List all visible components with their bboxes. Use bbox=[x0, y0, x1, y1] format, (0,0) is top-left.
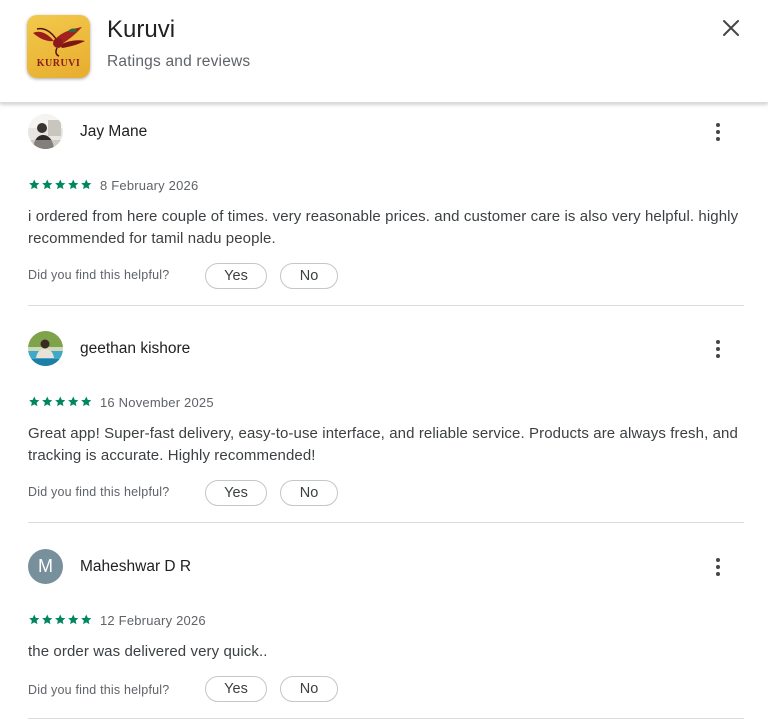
helpful-yes-button[interactable]: Yes bbox=[205, 263, 267, 289]
review-date: 16 November 2025 bbox=[100, 395, 214, 410]
review-text: the order was delivered very quick.. bbox=[28, 643, 268, 660]
avatar: M bbox=[28, 549, 63, 584]
helpful-prompt: Did you find this helpful? bbox=[28, 268, 170, 282]
helpful-yes-button[interactable]: Yes bbox=[205, 480, 267, 506]
app-icon: KURUVI bbox=[27, 15, 90, 78]
helpful-no-button[interactable]: No bbox=[280, 263, 338, 289]
page-subtitle: Ratings and reviews bbox=[107, 53, 251, 70]
star-icon bbox=[29, 179, 40, 190]
helpful-yes-button[interactable]: Yes bbox=[205, 676, 267, 702]
star-icon bbox=[42, 614, 53, 625]
star-icon bbox=[55, 614, 66, 625]
star-icon bbox=[42, 179, 53, 190]
reviewer-name: Maheshwar D R bbox=[80, 558, 192, 575]
helpful-no-button[interactable]: No bbox=[280, 480, 338, 506]
more-options-button[interactable] bbox=[707, 336, 729, 362]
star-icon bbox=[81, 396, 92, 407]
star-icon bbox=[42, 396, 53, 407]
star-rating bbox=[28, 178, 93, 192]
star-icon bbox=[55, 179, 66, 190]
helpful-no-button[interactable]: No bbox=[280, 676, 338, 702]
review-date: 12 February 2026 bbox=[100, 613, 206, 628]
star-icon bbox=[68, 396, 79, 407]
app-header: KURUVI Kuruvi Ratings and reviews bbox=[0, 0, 768, 103]
star-icon bbox=[81, 179, 92, 190]
reviewer-name: geethan kishore bbox=[80, 340, 191, 357]
divider bbox=[28, 522, 744, 523]
review-text: Great app! Super-fast delivery, easy-to-… bbox=[28, 425, 738, 464]
helpful-prompt: Did you find this helpful? bbox=[28, 485, 170, 499]
more-options-button[interactable] bbox=[707, 119, 729, 145]
star-icon bbox=[29, 396, 40, 407]
more-options-button[interactable] bbox=[707, 554, 729, 580]
reviewer-name: Jay Mane bbox=[80, 123, 148, 140]
helpful-prompt: Did you find this helpful? bbox=[28, 683, 170, 697]
star-rating bbox=[28, 395, 93, 409]
divider bbox=[28, 718, 744, 719]
star-icon bbox=[55, 396, 66, 407]
star-icon bbox=[29, 614, 40, 625]
close-button[interactable] bbox=[716, 13, 746, 43]
star-icon bbox=[81, 614, 92, 625]
review-text: i ordered from here couple of times. ver… bbox=[28, 208, 739, 247]
app-title: Kuruvi bbox=[107, 16, 176, 43]
app-icon-wordmark: KURUVI bbox=[36, 58, 81, 69]
avatar bbox=[28, 114, 63, 149]
avatar bbox=[28, 331, 63, 366]
divider bbox=[28, 305, 744, 306]
star-rating bbox=[28, 613, 93, 627]
star-icon bbox=[68, 179, 79, 190]
star-icon bbox=[68, 614, 79, 625]
review-date: 8 February 2026 bbox=[100, 178, 199, 193]
close-icon bbox=[723, 20, 739, 36]
